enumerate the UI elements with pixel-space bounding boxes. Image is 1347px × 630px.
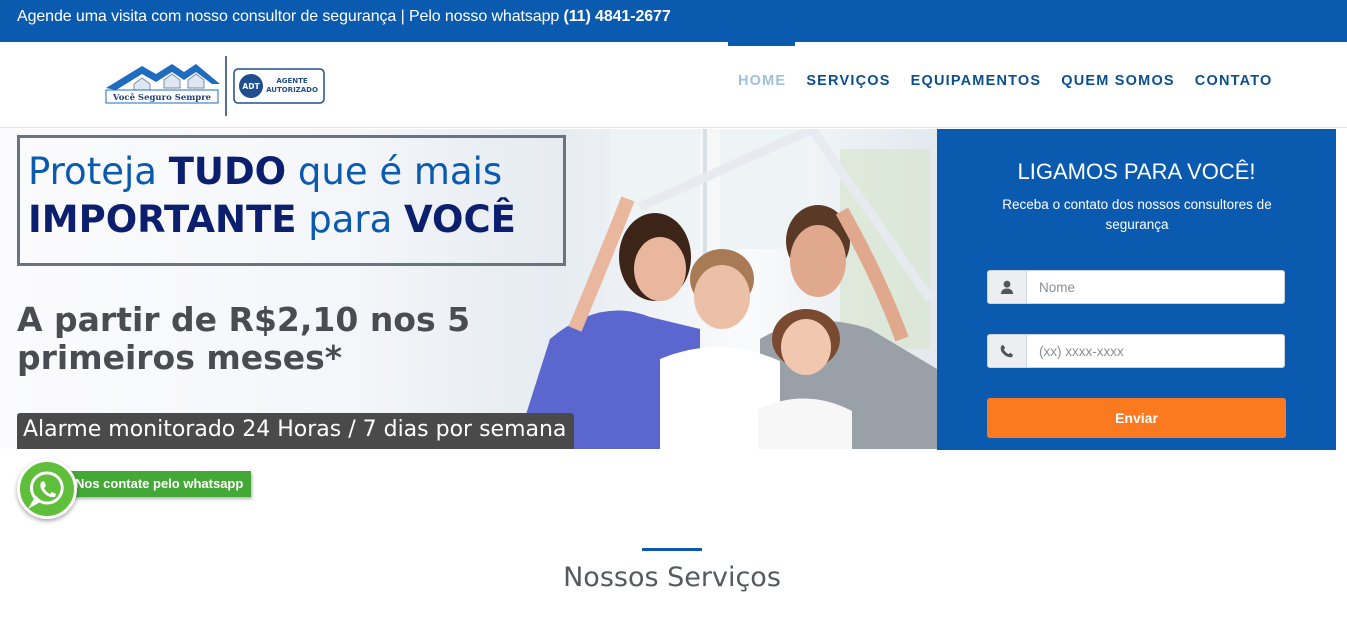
brand-logo[interactable]: Você Seguro Sempre ADT AGENTE AUTORIZADO [104, 56, 328, 116]
callback-subtitle: Receba o contato dos nossos consultores … [1002, 197, 1272, 232]
name-field [987, 270, 1285, 304]
alarm-banner: Alarme monitorado 24 Horas / 7 dias por … [17, 413, 575, 449]
section-divider [642, 548, 702, 551]
headline-line-2: IMPORTANTE para VOCÊ [28, 196, 563, 244]
house-roof-icon [106, 64, 220, 93]
price-offer: A partir de R$2,10 nos 5 primeiros meses… [17, 300, 471, 377]
main-nav: HOME SERVIÇOS EQUIPAMENTOS QUEM SOMOS CO… [738, 73, 1272, 89]
callback-form: LIGAMOS PARA VOCÊ! Receba o contato dos … [937, 129, 1336, 450]
top-info-bar: Agende uma visita com nosso consultor de… [0, 0, 1347, 42]
top-info-text: Agende uma visita com nosso consultor de… [17, 8, 671, 26]
whatsapp-icon-circle [17, 459, 77, 519]
badge-line-1: AGENTE [276, 77, 308, 85]
send-button[interactable]: Enviar [987, 398, 1286, 438]
whatsapp-icon [27, 471, 64, 510]
headline-line-1: Proteja TUDO que é mais [28, 148, 563, 196]
headline-emphasis: IMPORTANTE [28, 198, 297, 241]
headline-emphasis: VOCÊ [404, 198, 516, 241]
adt-badge: ADT AGENTE AUTORIZADO [233, 68, 325, 104]
name-input[interactable] [1027, 271, 1284, 303]
badge-line-2: AUTORIZADO [266, 86, 318, 94]
navbar: Você Seguro Sempre ADT AGENTE AUTORIZADO… [0, 42, 1347, 128]
headline-part: que é mais [286, 150, 503, 193]
adt-mark: ADT [242, 82, 260, 91]
nav-item-equipamentos[interactable]: EQUIPAMENTOS [911, 73, 1042, 89]
logo-text: Você Seguro Sempre [112, 92, 212, 103]
nav-active-indicator [728, 42, 795, 46]
top-info-phone[interactable]: (11) 4841-2677 [564, 8, 671, 25]
headline-part: Proteja [28, 150, 169, 193]
hero-banner: Proteja TUDO que é mais IMPORTANTE para … [0, 129, 937, 449]
nav-item-home[interactable]: HOME [738, 73, 786, 89]
phone-icon [988, 335, 1027, 367]
phone-field [987, 334, 1285, 368]
whatsapp-label: Nos contate pelo whatsapp [71, 471, 252, 497]
callback-title: LIGAMOS PARA VOCÊ! [1017, 159, 1256, 184]
nav-item-servicos[interactable]: SERVIÇOS [806, 73, 890, 89]
nav-item-quem-somos[interactable]: QUEM SOMOS [1061, 73, 1175, 89]
top-info-message: Agende uma visita com nosso consultor de… [17, 8, 564, 25]
headline-part: para [296, 198, 405, 241]
whatsapp-contact-button[interactable]: Nos contate pelo whatsapp [17, 459, 269, 519]
headline-box: Proteja TUDO que é mais IMPORTANTE para … [17, 135, 566, 266]
phone-input[interactable] [1027, 335, 1284, 367]
user-icon [988, 271, 1027, 303]
services-title: Nossos Serviços [563, 562, 781, 593]
nav-item-contato[interactable]: CONTATO [1195, 73, 1273, 89]
headline-emphasis: TUDO [168, 150, 287, 193]
